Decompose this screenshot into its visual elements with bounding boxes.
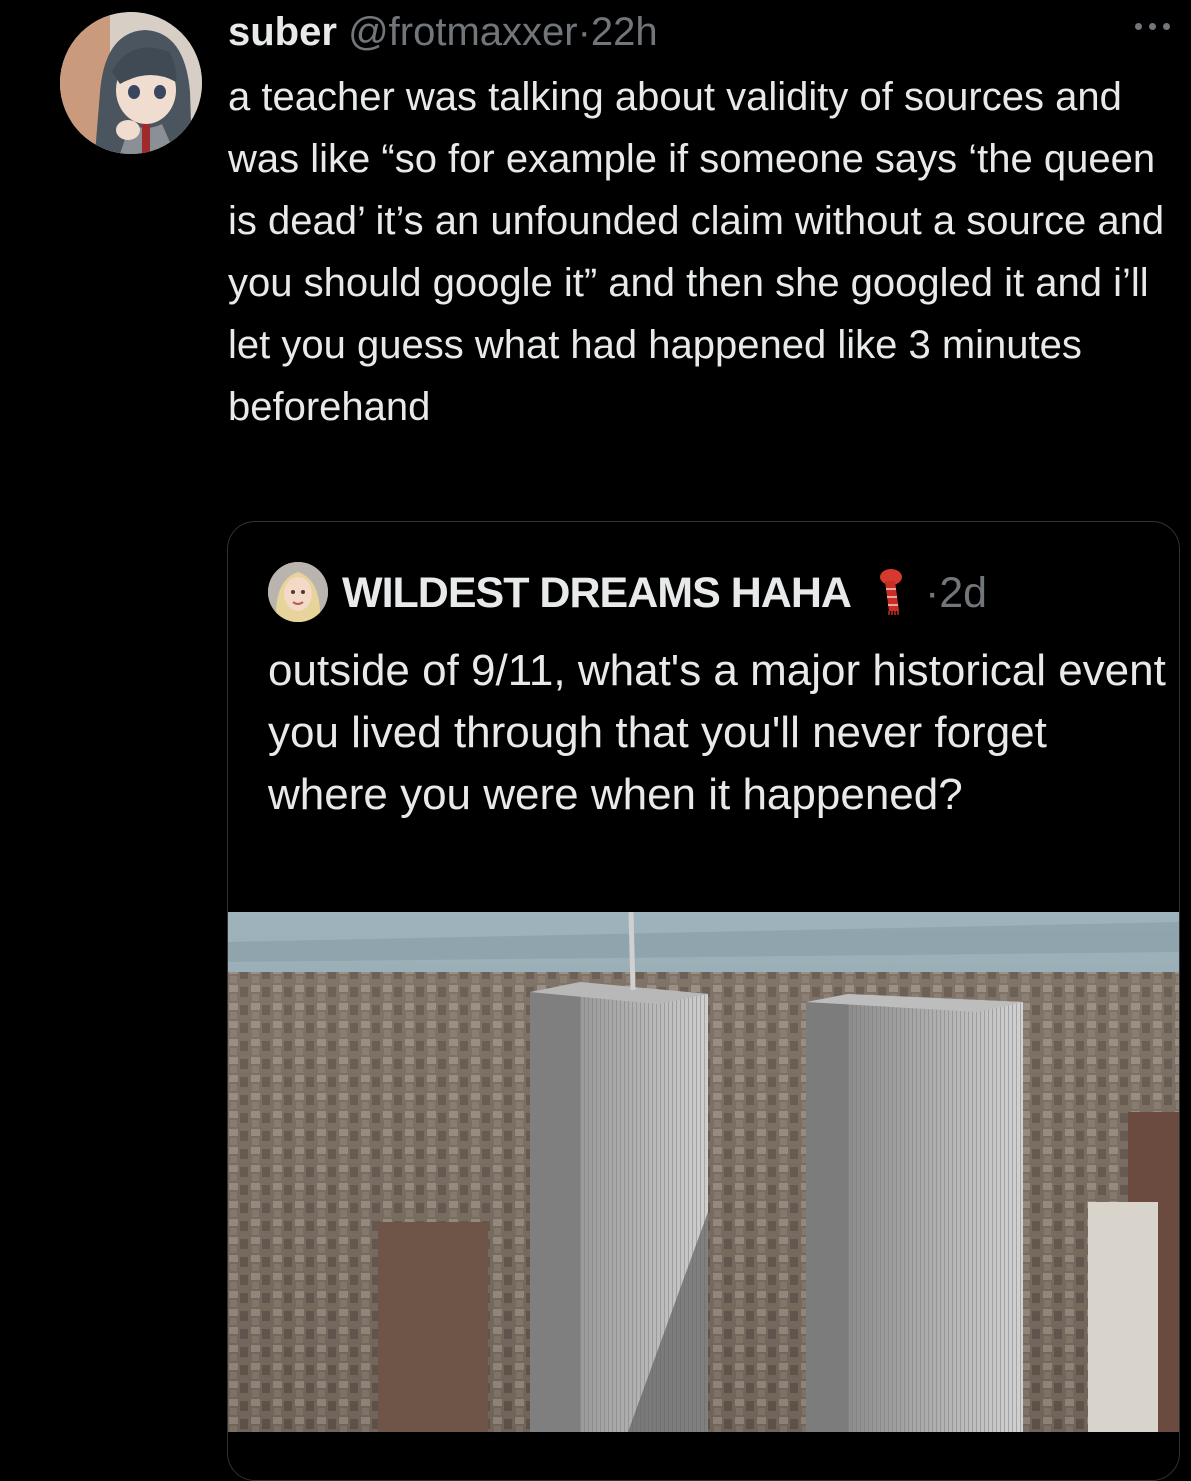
quoted-author-name[interactable]: WILDEST DREAMS HAHA [342,569,852,617]
tweet-text: a teacher was talking about validity of … [228,75,1165,429]
quoted-author-avatar[interactable] [268,562,328,622]
twin-towers-aerial-photo [228,911,1179,1432]
anime-girl-avatar-image [60,12,202,154]
blonde-girl-avatar-image [268,562,328,622]
quoted-tweet-text: outside of 9/11, what's a major historic… [268,646,1166,819]
quoted-tweet-card[interactable]: WILDEST DREAMS HAHA ·2d outside of 9/11,… [227,521,1180,1481]
quoted-tweet-header: WILDEST DREAMS HAHA ·2d [342,564,987,622]
author-avatar[interactable] [60,12,202,154]
scarf-emoji-icon [879,569,902,615]
separator-dot: · [924,569,940,617]
tweet-header: suber @frotmaxxer·22h [228,6,658,58]
tweet-time[interactable]: 22h [591,10,658,54]
separator-dot: · [577,10,591,54]
author-handle[interactable]: @frotmaxxer [348,10,578,54]
quoted-tweet-time[interactable]: 2d [939,569,987,617]
more-options-icon[interactable] [1133,18,1173,34]
author-name[interactable]: suber [228,10,337,54]
quoted-tweet-media[interactable] [228,911,1179,1432]
